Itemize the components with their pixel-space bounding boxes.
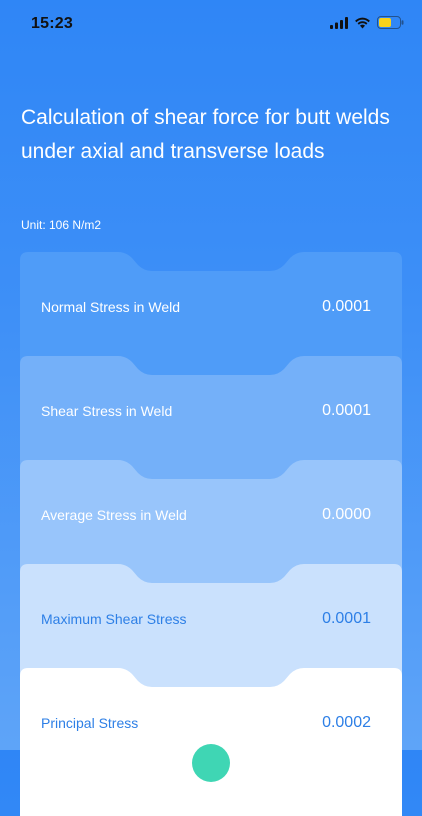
result-value: 0.0000 <box>322 506 371 523</box>
result-label: Principal Stress <box>41 715 139 731</box>
result-value: 0.0001 <box>322 298 371 315</box>
wifi-icon <box>355 17 370 28</box>
result-label: Maximum Shear Stress <box>41 611 187 627</box>
cellular-signal-icon <box>330 16 348 29</box>
unit-label: Unit: 106 N/m2 <box>21 218 102 232</box>
status-bar: 15:23 <box>0 0 422 48</box>
result-label: Shear Stress in Weld <box>41 403 173 419</box>
page-title: Calculation of shear force for butt weld… <box>21 106 390 163</box>
result-value: 0.0001 <box>322 402 371 419</box>
result-label: Normal Stress in Weld <box>41 299 181 315</box>
results-list: Normal Stress in Weld 0.0001 Shear Stres… <box>20 252 402 816</box>
status-time: 15:23 <box>31 15 73 32</box>
card-background <box>20 668 402 816</box>
status-icons <box>330 16 404 29</box>
result-card-principal-stress: Principal Stress 0.0002 <box>20 668 402 816</box>
result-label: Average Stress in Weld <box>41 507 187 523</box>
result-value: 0.0002 <box>322 714 371 731</box>
battery-icon <box>377 16 404 29</box>
result-value: 0.0001 <box>322 610 371 627</box>
